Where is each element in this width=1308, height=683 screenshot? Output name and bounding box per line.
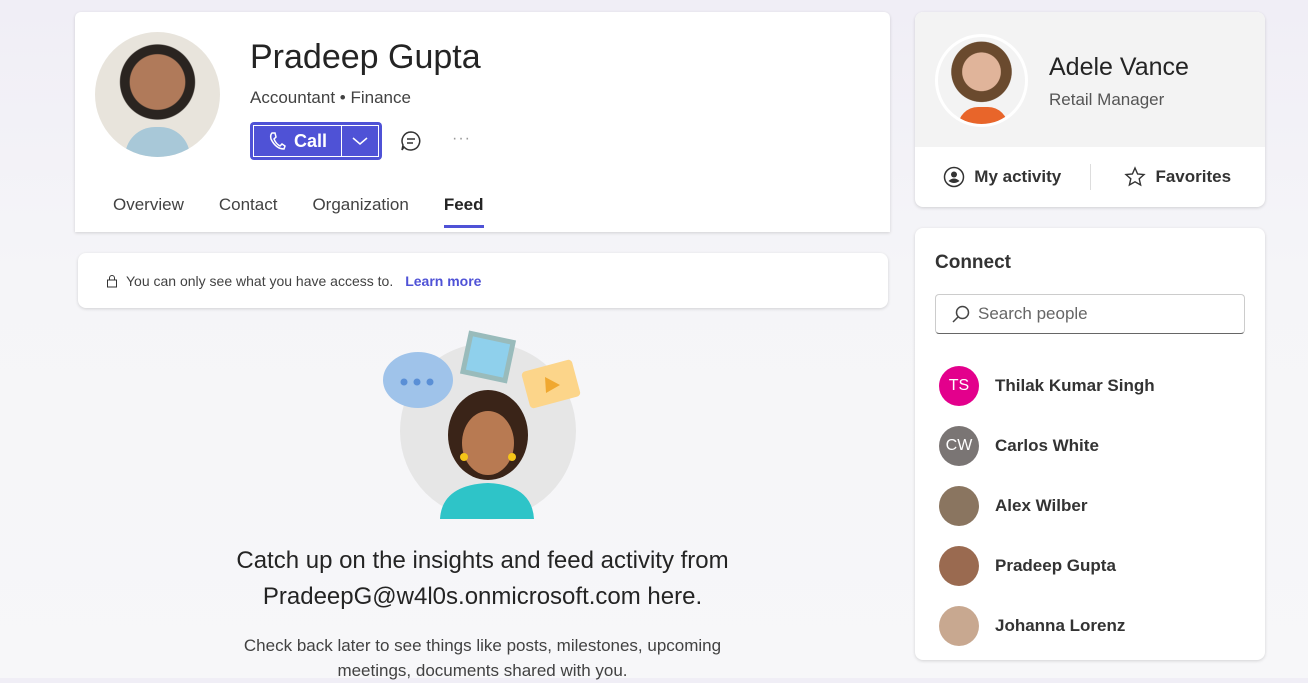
feed-illustration (383, 330, 581, 519)
person-avatar (939, 606, 979, 646)
more-options-button[interactable]: ··· (452, 130, 471, 148)
access-notice: You can only see what you have access to… (78, 253, 888, 308)
star-icon (1124, 166, 1147, 187)
tab-overview[interactable]: Overview (113, 195, 184, 228)
chevron-down-icon (352, 137, 368, 145)
feed-subtext: Check back later to see things like post… (243, 636, 722, 680)
profile-tabs: Overview Contact Organization Feed (113, 195, 484, 228)
profile-role: Accountant • Finance (250, 88, 411, 107)
profile-card: Pradeep Gupta Accountant • Finance Call … (75, 12, 890, 232)
person-item[interactable]: Pradeep Gupta (939, 536, 1155, 596)
tab-organization[interactable]: Organization (312, 195, 408, 228)
person-item[interactable]: TS Thilak Kumar Singh (939, 356, 1155, 416)
call-dropdown-button[interactable] (341, 125, 379, 157)
call-label: Call (293, 130, 327, 151)
my-card: Adele Vance Retail Manager My activity F… (915, 12, 1265, 207)
people-list: TS Thilak Kumar Singh CW Carlos White Alex W… (939, 356, 1155, 656)
person-avatar: TS (939, 366, 979, 406)
person-name: Pradeep Gupta (995, 556, 1116, 575)
connect-title: Connect (935, 252, 1011, 273)
person-item[interactable]: Johanna Lorenz (939, 596, 1155, 656)
my-activity-button[interactable]: My activity (915, 166, 1090, 188)
profile-avatar (95, 32, 220, 157)
call-split-button: Call (250, 122, 382, 160)
lock-icon (107, 274, 117, 287)
connect-card: Connect TS Thilak Kumar Singh CW Carlos Whi… (915, 228, 1265, 660)
person-item[interactable]: Alex Wilber (939, 476, 1155, 536)
person-name: Thilak Kumar Singh (995, 376, 1155, 395)
search-people-box (935, 294, 1245, 334)
person-circle-icon (944, 166, 965, 188)
notice-text: You can only see what you have access to… (126, 272, 394, 289)
person-avatar (939, 486, 979, 526)
my-role: Retail Manager (1049, 90, 1165, 109)
tab-contact[interactable]: Contact (219, 195, 278, 228)
person-name: Carlos White (995, 436, 1099, 455)
phone-icon (269, 132, 286, 150)
call-button[interactable]: Call (253, 125, 341, 157)
learn-more-link[interactable]: Learn more (405, 273, 481, 289)
person-name: Alex Wilber (995, 496, 1088, 515)
favorites-button[interactable]: Favorites (1091, 166, 1266, 188)
chat-icon[interactable] (400, 130, 422, 152)
my-avatar[interactable] (935, 34, 1028, 127)
feed-headline: Catch up on the insights and feed activi… (236, 547, 729, 610)
my-activity-label: My activity (974, 167, 1062, 186)
profile-name: Pradeep Gupta (250, 38, 481, 76)
tab-feed[interactable]: Feed (443, 195, 484, 228)
search-icon (952, 305, 970, 323)
favorites-label: Favorites (1155, 167, 1232, 186)
person-name: Johanna Lorenz (995, 616, 1126, 635)
person-item[interactable]: CW Carlos White (939, 416, 1155, 476)
my-name: Adele Vance (1049, 53, 1189, 81)
search-people-input[interactable] (978, 304, 1238, 324)
person-avatar: CW (939, 426, 979, 466)
person-avatar (939, 546, 979, 586)
